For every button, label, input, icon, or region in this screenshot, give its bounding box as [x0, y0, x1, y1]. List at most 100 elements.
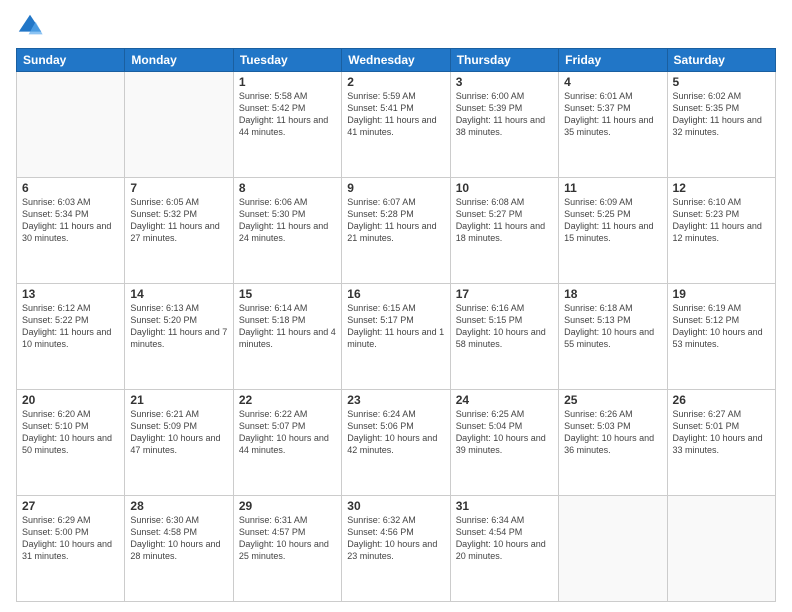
- sunset-text: Sunset: 5:25 PM: [564, 208, 661, 220]
- sunrise-text: Sunrise: 6:15 AM: [347, 302, 444, 314]
- day-number: 10: [456, 181, 553, 195]
- calendar-cell: 6Sunrise: 6:03 AMSunset: 5:34 PMDaylight…: [17, 178, 125, 284]
- daylight-text: Daylight: 11 hours and 24 minutes.: [239, 220, 336, 244]
- calendar-cell: 29Sunrise: 6:31 AMSunset: 4:57 PMDayligh…: [233, 496, 341, 602]
- sunset-text: Sunset: 5:22 PM: [22, 314, 119, 326]
- day-info: Sunrise: 6:34 AMSunset: 4:54 PMDaylight:…: [456, 514, 553, 563]
- day-number: 14: [130, 287, 227, 301]
- calendar-cell: 15Sunrise: 6:14 AMSunset: 5:18 PMDayligh…: [233, 284, 341, 390]
- sunrise-text: Sunrise: 6:34 AM: [456, 514, 553, 526]
- day-number: 13: [22, 287, 119, 301]
- daylight-text: Daylight: 11 hours and 4 minutes.: [239, 326, 336, 350]
- daylight-text: Daylight: 10 hours and 47 minutes.: [130, 432, 227, 456]
- day-info: Sunrise: 6:01 AMSunset: 5:37 PMDaylight:…: [564, 90, 661, 139]
- sunset-text: Sunset: 5:00 PM: [22, 526, 119, 538]
- day-info: Sunrise: 6:32 AMSunset: 4:56 PMDaylight:…: [347, 514, 444, 563]
- day-info: Sunrise: 6:08 AMSunset: 5:27 PMDaylight:…: [456, 196, 553, 245]
- day-info: Sunrise: 6:31 AMSunset: 4:57 PMDaylight:…: [239, 514, 336, 563]
- daylight-text: Daylight: 11 hours and 21 minutes.: [347, 220, 444, 244]
- sunrise-text: Sunrise: 6:30 AM: [130, 514, 227, 526]
- daylight-text: Daylight: 11 hours and 44 minutes.: [239, 114, 336, 138]
- day-info: Sunrise: 6:27 AMSunset: 5:01 PMDaylight:…: [673, 408, 770, 457]
- day-info: Sunrise: 6:16 AMSunset: 5:15 PMDaylight:…: [456, 302, 553, 351]
- sunrise-text: Sunrise: 6:10 AM: [673, 196, 770, 208]
- sunrise-text: Sunrise: 6:29 AM: [22, 514, 119, 526]
- sunrise-text: Sunrise: 6:13 AM: [130, 302, 227, 314]
- daylight-text: Daylight: 11 hours and 30 minutes.: [22, 220, 119, 244]
- sunrise-text: Sunrise: 6:25 AM: [456, 408, 553, 420]
- daylight-text: Daylight: 11 hours and 18 minutes.: [456, 220, 553, 244]
- sunset-text: Sunset: 5:20 PM: [130, 314, 227, 326]
- calendar-cell: 31Sunrise: 6:34 AMSunset: 4:54 PMDayligh…: [450, 496, 558, 602]
- weekday-header-wednesday: Wednesday: [342, 49, 450, 72]
- sunrise-text: Sunrise: 6:07 AM: [347, 196, 444, 208]
- sunset-text: Sunset: 4:54 PM: [456, 526, 553, 538]
- day-number: 3: [456, 75, 553, 89]
- day-info: Sunrise: 6:29 AMSunset: 5:00 PMDaylight:…: [22, 514, 119, 563]
- daylight-text: Daylight: 11 hours and 10 minutes.: [22, 326, 119, 350]
- sunset-text: Sunset: 5:04 PM: [456, 420, 553, 432]
- day-number: 5: [673, 75, 770, 89]
- calendar-cell: 18Sunrise: 6:18 AMSunset: 5:13 PMDayligh…: [559, 284, 667, 390]
- day-info: Sunrise: 6:21 AMSunset: 5:09 PMDaylight:…: [130, 408, 227, 457]
- calendar-cell: 8Sunrise: 6:06 AMSunset: 5:30 PMDaylight…: [233, 178, 341, 284]
- daylight-text: Daylight: 10 hours and 20 minutes.: [456, 538, 553, 562]
- daylight-text: Daylight: 11 hours and 1 minute.: [347, 326, 444, 350]
- weekday-header-saturday: Saturday: [667, 49, 775, 72]
- weekday-header-sunday: Sunday: [17, 49, 125, 72]
- sunset-text: Sunset: 5:17 PM: [347, 314, 444, 326]
- sunrise-text: Sunrise: 6:01 AM: [564, 90, 661, 102]
- day-number: 11: [564, 181, 661, 195]
- sunrise-text: Sunrise: 6:02 AM: [673, 90, 770, 102]
- sunrise-text: Sunrise: 6:20 AM: [22, 408, 119, 420]
- daylight-text: Daylight: 10 hours and 25 minutes.: [239, 538, 336, 562]
- day-info: Sunrise: 6:22 AMSunset: 5:07 PMDaylight:…: [239, 408, 336, 457]
- sunset-text: Sunset: 5:41 PM: [347, 102, 444, 114]
- sunrise-text: Sunrise: 6:19 AM: [673, 302, 770, 314]
- day-info: Sunrise: 6:13 AMSunset: 5:20 PMDaylight:…: [130, 302, 227, 351]
- sunset-text: Sunset: 5:27 PM: [456, 208, 553, 220]
- logo-icon: [16, 12, 44, 40]
- calendar-cell: 19Sunrise: 6:19 AMSunset: 5:12 PMDayligh…: [667, 284, 775, 390]
- calendar-cell: 3Sunrise: 6:00 AMSunset: 5:39 PMDaylight…: [450, 72, 558, 178]
- calendar-cell: 22Sunrise: 6:22 AMSunset: 5:07 PMDayligh…: [233, 390, 341, 496]
- sunrise-text: Sunrise: 6:06 AM: [239, 196, 336, 208]
- calendar-cell: 30Sunrise: 6:32 AMSunset: 4:56 PMDayligh…: [342, 496, 450, 602]
- weekday-header-friday: Friday: [559, 49, 667, 72]
- calendar-cell: 10Sunrise: 6:08 AMSunset: 5:27 PMDayligh…: [450, 178, 558, 284]
- day-info: Sunrise: 6:15 AMSunset: 5:17 PMDaylight:…: [347, 302, 444, 351]
- calendar-cell: 11Sunrise: 6:09 AMSunset: 5:25 PMDayligh…: [559, 178, 667, 284]
- daylight-text: Daylight: 10 hours and 23 minutes.: [347, 538, 444, 562]
- daylight-text: Daylight: 11 hours and 15 minutes.: [564, 220, 661, 244]
- day-info: Sunrise: 5:59 AMSunset: 5:41 PMDaylight:…: [347, 90, 444, 139]
- calendar-cell: 27Sunrise: 6:29 AMSunset: 5:00 PMDayligh…: [17, 496, 125, 602]
- day-info: Sunrise: 6:05 AMSunset: 5:32 PMDaylight:…: [130, 196, 227, 245]
- day-number: 18: [564, 287, 661, 301]
- daylight-text: Daylight: 11 hours and 35 minutes.: [564, 114, 661, 138]
- header: [16, 12, 776, 40]
- day-info: Sunrise: 6:19 AMSunset: 5:12 PMDaylight:…: [673, 302, 770, 351]
- calendar-cell: 12Sunrise: 6:10 AMSunset: 5:23 PMDayligh…: [667, 178, 775, 284]
- calendar-cell: 26Sunrise: 6:27 AMSunset: 5:01 PMDayligh…: [667, 390, 775, 496]
- sunrise-text: Sunrise: 6:18 AM: [564, 302, 661, 314]
- calendar-cell: 2Sunrise: 5:59 AMSunset: 5:41 PMDaylight…: [342, 72, 450, 178]
- day-number: 21: [130, 393, 227, 407]
- calendar-cell: 24Sunrise: 6:25 AMSunset: 5:04 PMDayligh…: [450, 390, 558, 496]
- sunrise-text: Sunrise: 6:03 AM: [22, 196, 119, 208]
- day-number: 8: [239, 181, 336, 195]
- day-info: Sunrise: 6:24 AMSunset: 5:06 PMDaylight:…: [347, 408, 444, 457]
- calendar-cell: 5Sunrise: 6:02 AMSunset: 5:35 PMDaylight…: [667, 72, 775, 178]
- day-number: 19: [673, 287, 770, 301]
- sunrise-text: Sunrise: 6:24 AM: [347, 408, 444, 420]
- sunset-text: Sunset: 5:03 PM: [564, 420, 661, 432]
- calendar-cell: [125, 72, 233, 178]
- day-number: 15: [239, 287, 336, 301]
- sunrise-text: Sunrise: 5:59 AM: [347, 90, 444, 102]
- day-number: 25: [564, 393, 661, 407]
- sunrise-text: Sunrise: 6:31 AM: [239, 514, 336, 526]
- logo: [16, 12, 48, 40]
- daylight-text: Daylight: 10 hours and 31 minutes.: [22, 538, 119, 562]
- calendar-cell: 20Sunrise: 6:20 AMSunset: 5:10 PMDayligh…: [17, 390, 125, 496]
- day-number: 27: [22, 499, 119, 513]
- daylight-text: Daylight: 10 hours and 50 minutes.: [22, 432, 119, 456]
